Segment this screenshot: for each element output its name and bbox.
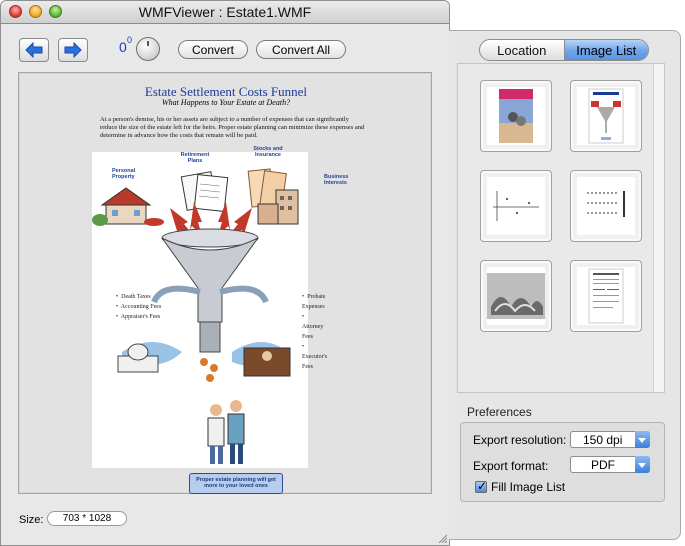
side-drawer: Location Image List Preferences Export r… <box>449 30 681 540</box>
document-subtitle: What Happens to Your Estate at Death? <box>161 98 291 107</box>
preferences-box: Export resolution: 150 dpi Export format… <box>460 422 665 502</box>
thumbnail-grid <box>458 64 654 392</box>
list-item: • Probate Expenses <box>302 294 326 310</box>
export-format-select[interactable]: PDF <box>570 456 650 473</box>
image-list[interactable] <box>457 63 665 393</box>
left-arrow-icon <box>25 42 43 58</box>
thumbnail-image <box>577 177 635 235</box>
retirement-plans-label: Retirement Plans <box>180 152 210 164</box>
previous-image-button[interactable] <box>19 38 49 62</box>
rotation-degree-mark: 0 <box>127 35 133 45</box>
list-item: • Attorney Fees <box>302 314 324 340</box>
chevron-down-icon <box>635 431 650 448</box>
thumbnail-image <box>577 267 635 325</box>
export-resolution-value: 150 dpi <box>583 433 623 447</box>
coins <box>200 358 218 382</box>
export-format-label: Export format: <box>473 459 549 473</box>
personal-property-label: Personal Property <box>112 168 136 180</box>
stocks-insurance-label: Stocks and Insurance <box>253 146 283 158</box>
export-format-value: PDF <box>591 458 615 472</box>
main-window: WMFViewer : Estate1.WMF 0 0 Convert Conv… <box>0 0 450 546</box>
document-paragraph: At a person's demise, his or her assets … <box>100 116 365 139</box>
image-view[interactable]: Estate Settlement Costs Funnel What Happ… <box>18 72 432 494</box>
size-field: 703 * 1028 <box>47 511 127 526</box>
image-thumbnail[interactable] <box>480 260 552 332</box>
list-item: • Death Taxes <box>116 294 151 300</box>
fill-image-list-checkbox[interactable] <box>475 479 487 493</box>
courtroom-icon <box>243 347 291 377</box>
image-list-scrollbar[interactable] <box>653 64 664 392</box>
document-caption: Proper estate planning will get more to … <box>189 473 283 494</box>
rotation-value: 0 <box>119 39 127 55</box>
export-resolution-label: Export resolution: <box>473 433 567 447</box>
fill-image-list-label[interactable]: Fill Image List <box>491 480 565 494</box>
resize-grip-icon[interactable] <box>437 533 447 543</box>
business-interests-label: Business Interests <box>324 174 349 186</box>
convert-all-button[interactable]: Convert All <box>256 40 346 59</box>
list-item: • Accounting Fees <box>116 304 162 310</box>
chevron-down-icon <box>635 456 650 473</box>
family-figures-icon <box>207 400 245 464</box>
funnel-illustration: Retirement Plans Stocks and Insurance Pe… <box>92 146 348 468</box>
rotation-knob[interactable] <box>136 37 160 61</box>
funnel-icon <box>151 228 269 353</box>
convert-button[interactable]: Convert <box>178 40 248 59</box>
list-item: • Executor's Fees <box>302 344 328 370</box>
left-fees-list: • Death Taxes • Accounting Fees • Apprai… <box>116 292 161 322</box>
thumbnail-image <box>487 177 545 235</box>
house-icon <box>92 187 164 226</box>
window-title: WMFViewer : Estate1.WMF <box>138 4 312 20</box>
next-image-button[interactable] <box>58 38 88 62</box>
export-resolution-select[interactable]: 150 dpi <box>570 431 650 448</box>
thumbnail-image <box>487 87 545 145</box>
image-thumbnail[interactable] <box>570 260 642 332</box>
title-bar[interactable]: WMFViewer : Estate1.WMF <box>1 1 449 24</box>
thumbnail-image <box>487 267 545 325</box>
list-item: • Appraiser's Fees <box>116 314 161 320</box>
right-fees-list: • Probate Expenses • Attorney Fees • Exe… <box>302 292 327 372</box>
right-arrow-icon <box>64 42 82 58</box>
image-thumbnail[interactable] <box>570 170 642 242</box>
wmf-document: Estate Settlement Costs Funnel What Happ… <box>20 74 430 494</box>
image-thumbnail[interactable] <box>570 80 642 152</box>
drawer-tabs: Location Image List <box>479 39 649 61</box>
preferences-title: Preferences <box>467 405 532 419</box>
image-thumbnail[interactable] <box>480 80 552 152</box>
tab-image-list[interactable]: Image List <box>563 40 648 60</box>
thumbnail-image <box>577 87 635 145</box>
retirement-documents-icon <box>180 171 229 213</box>
tab-location[interactable]: Location <box>480 40 564 60</box>
size-label: Size: <box>19 514 44 526</box>
image-thumbnail[interactable] <box>480 170 552 242</box>
